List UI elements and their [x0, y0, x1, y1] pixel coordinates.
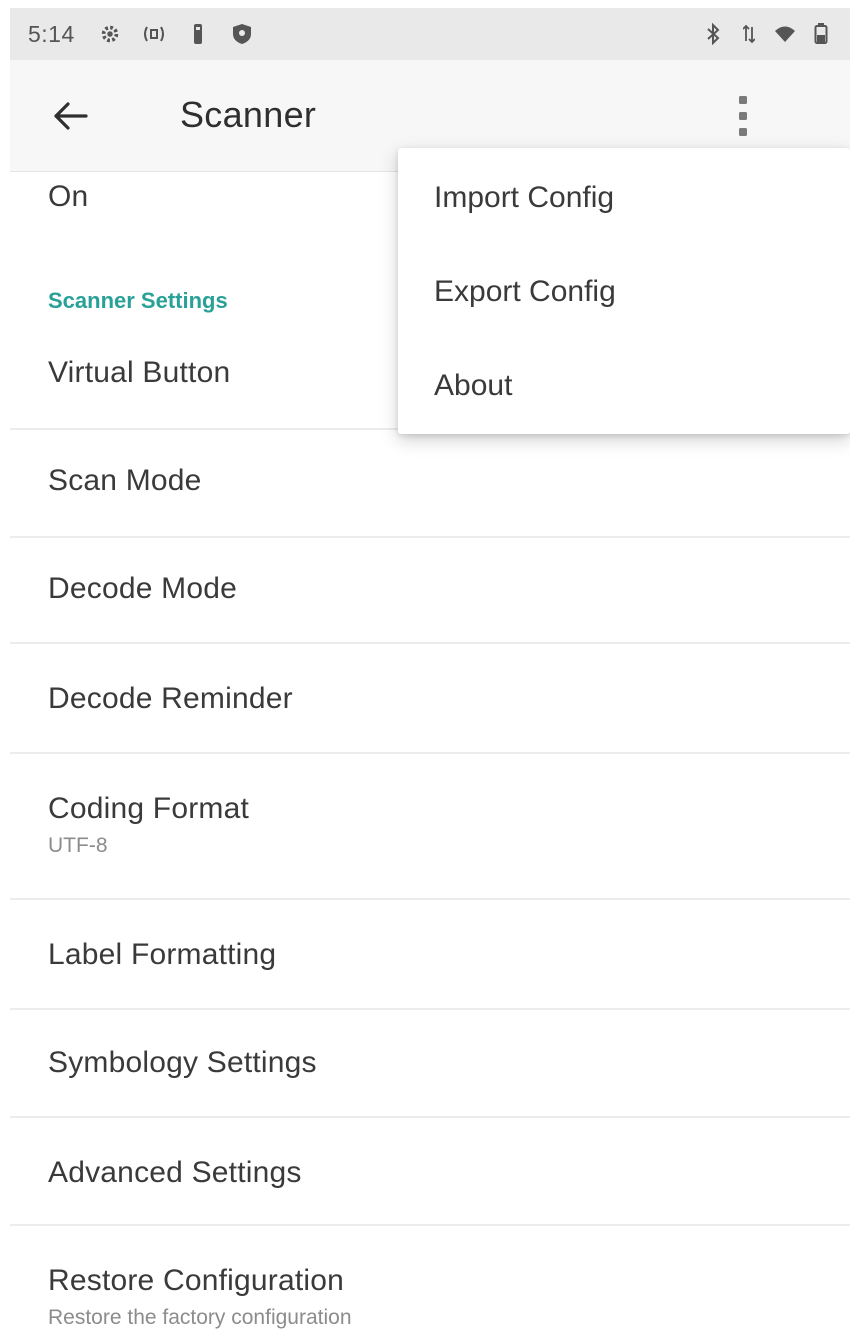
list-item-scan-mode[interactable]: Scan Mode: [10, 464, 850, 498]
signal-cast-icon: [141, 21, 167, 47]
battery-icon: [810, 21, 832, 47]
menu-item-import-config[interactable]: Import Config: [398, 152, 850, 244]
shield-icon: [229, 21, 255, 47]
wifi-icon: [774, 21, 796, 47]
back-button[interactable]: [48, 94, 92, 138]
section-header-scanner-settings: Scanner Settings: [48, 288, 228, 313]
list-item-title: Restore Configuration: [48, 1264, 345, 1297]
list-item-coding-format[interactable]: Coding Format UTF-8: [10, 792, 850, 858]
list-item-subtitle: UTF-8: [48, 834, 108, 857]
list-item-decode-reminder[interactable]: Decode Reminder: [10, 682, 850, 716]
list-item-title: Decode Reminder: [48, 682, 293, 715]
status-right-group: [688, 21, 832, 47]
page-title: Scanner: [180, 94, 317, 135]
list-item-title: Coding Format: [48, 792, 250, 825]
status-bar: 5:14: [10, 8, 850, 60]
overflow-popup-menu: Import Config Export Config About: [398, 148, 850, 434]
list-item-label-formatting[interactable]: Label Formatting: [10, 938, 850, 972]
divider: [10, 898, 850, 900]
divider: [10, 752, 850, 754]
divider: [10, 1116, 850, 1118]
divider: [10, 642, 850, 644]
list-item-restore-configuration[interactable]: Restore Configuration Restore the factor…: [10, 1264, 850, 1330]
more-vert-icon: [739, 96, 747, 136]
list-item-advanced-settings[interactable]: Advanced Settings: [10, 1156, 850, 1190]
list-item-title: Decode Mode: [48, 572, 237, 605]
status-time: 5:14: [28, 20, 75, 47]
divider: [10, 1224, 850, 1226]
list-item-subtitle: Restore the factory configuration: [48, 1306, 352, 1329]
bluetooth-icon: [702, 21, 724, 47]
list-item-title: Symbology Settings: [48, 1046, 317, 1079]
list-item-symbology-settings[interactable]: Symbology Settings: [10, 1046, 850, 1080]
list-item-title: Label Formatting: [48, 938, 277, 971]
more-options-button[interactable]: [728, 88, 758, 144]
menu-item-export-config[interactable]: Export Config: [398, 246, 850, 338]
usb-icon: [185, 21, 211, 47]
list-item-title: Advanced Settings: [48, 1156, 302, 1189]
menu-item-about[interactable]: About: [398, 340, 850, 432]
arrow-back-icon: [54, 102, 88, 130]
divider: [10, 1008, 850, 1010]
data-arrows-icon: [738, 21, 760, 47]
divider: [10, 536, 850, 538]
list-item-decode-mode[interactable]: Decode Mode: [10, 572, 850, 606]
settings-gear-icon: [97, 21, 123, 47]
scanner-settings-screen: 5:14 Scanner On Scanner Settings Virtual…: [0, 0, 850, 1335]
list-item-title: Scan Mode: [48, 464, 202, 497]
